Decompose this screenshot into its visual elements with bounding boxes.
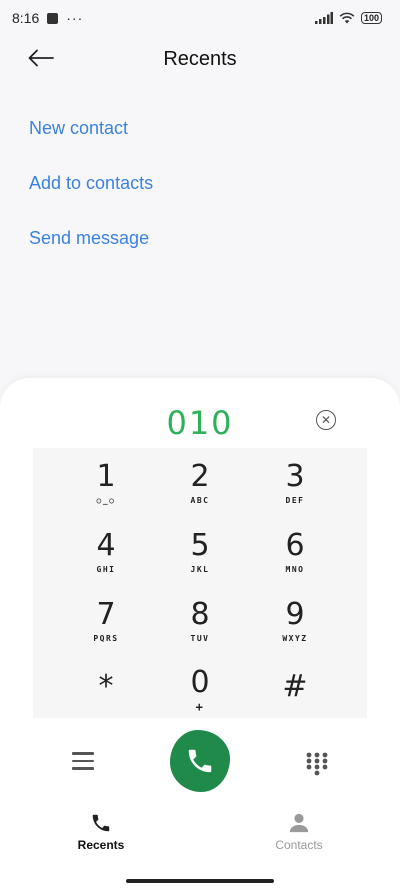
back-button[interactable] [28, 46, 56, 70]
add-to-contacts-link[interactable]: Add to contacts [29, 165, 153, 220]
bottom-nav: Recents Contacts [0, 812, 400, 868]
call-controls [0, 730, 400, 794]
key-3[interactable]: 3 DEF [255, 460, 335, 522]
dialed-number: 010 [166, 404, 234, 442]
key-1[interactable]: 1 ○_○ [66, 460, 146, 522]
menu-icon-line [72, 752, 94, 755]
dialpad-toggle-button[interactable] [306, 752, 328, 776]
status-left: 8:16 ··· [12, 10, 83, 26]
new-contact-link[interactable]: New contact [29, 110, 153, 165]
key-digit: 7 [96, 597, 116, 632]
status-right: 100 [314, 12, 382, 24]
key-8[interactable]: 8 TUV [160, 598, 240, 660]
menu-icon-line [72, 767, 94, 770]
tab-label: Recents [77, 838, 125, 852]
phone-icon [188, 749, 212, 773]
notification-icon [47, 12, 59, 24]
key-letters: GHI [96, 565, 116, 574]
dialpad-sheet: 010 ✕ 1 ○_○ 2 ABC 3 DEF 4 GHI 5 JKL 6 MN… [0, 378, 400, 889]
send-message-link[interactable]: Send message [29, 220, 153, 275]
key-digit: * [98, 669, 114, 704]
key-letters: DEF [285, 496, 305, 505]
call-button[interactable] [170, 730, 230, 792]
key-2[interactable]: 2 ABC [160, 460, 240, 522]
tab-label: Contacts [275, 838, 323, 852]
key-letters: ABC [190, 496, 210, 505]
key-letters: + [195, 700, 205, 714]
key-digit: 3 [285, 459, 305, 494]
signal-icon [314, 12, 333, 24]
key-hash[interactable]: # [255, 670, 335, 732]
key-digit: 6 [285, 528, 305, 563]
back-arrow-icon [28, 49, 54, 67]
more-notifications-icon: ··· [66, 10, 84, 26]
key-digit: 5 [190, 528, 210, 563]
key-letters: TUV [190, 634, 210, 643]
keypad: 1 ○_○ 2 ABC 3 DEF 4 GHI 5 JKL 6 MNO 7 PQ… [33, 448, 367, 718]
key-digit: 9 [285, 597, 305, 632]
person-icon [289, 813, 309, 833]
key-letters: JKL [190, 565, 210, 574]
wifi-icon [339, 12, 355, 24]
key-star[interactable]: * [66, 670, 146, 732]
key-9[interactable]: 9 WXYZ [255, 598, 335, 660]
key-digit: # [282, 669, 308, 704]
action-list: New contact Add to contacts Send message [29, 110, 153, 275]
key-7[interactable]: 7 PQRS [66, 598, 146, 660]
menu-icon-line [72, 759, 94, 762]
home-indicator[interactable] [126, 879, 274, 883]
phone-icon [92, 814, 110, 832]
key-digit: 4 [96, 528, 116, 563]
key-digit: 1 [96, 459, 116, 494]
key-0[interactable]: 0 + [160, 666, 240, 728]
menu-button[interactable] [72, 752, 94, 772]
dialpad-icon [306, 752, 328, 776]
key-6[interactable]: 6 MNO [255, 529, 335, 591]
close-icon: ✕ [320, 413, 332, 427]
clear-number-button[interactable]: ✕ [316, 410, 336, 430]
key-digit: 8 [190, 597, 210, 632]
key-letters: WXYZ [282, 634, 308, 643]
key-letters: MNO [285, 565, 305, 574]
status-time: 8:16 [12, 10, 40, 26]
page-title: Recents [163, 47, 237, 70]
voicemail-icon: ○_○ [96, 496, 116, 505]
tab-recents[interactable]: Recents [41, 812, 161, 852]
battery-icon: 100 [360, 12, 382, 24]
tab-contacts[interactable]: Contacts [239, 812, 359, 852]
key-4[interactable]: 4 GHI [66, 529, 146, 591]
key-5[interactable]: 5 JKL [160, 529, 240, 591]
key-letters: PQRS [93, 634, 119, 643]
header: Recents [0, 36, 400, 82]
status-bar: 8:16 ··· 100 [0, 0, 400, 36]
key-digit: 0 [190, 665, 210, 700]
key-digit: 2 [190, 459, 210, 494]
